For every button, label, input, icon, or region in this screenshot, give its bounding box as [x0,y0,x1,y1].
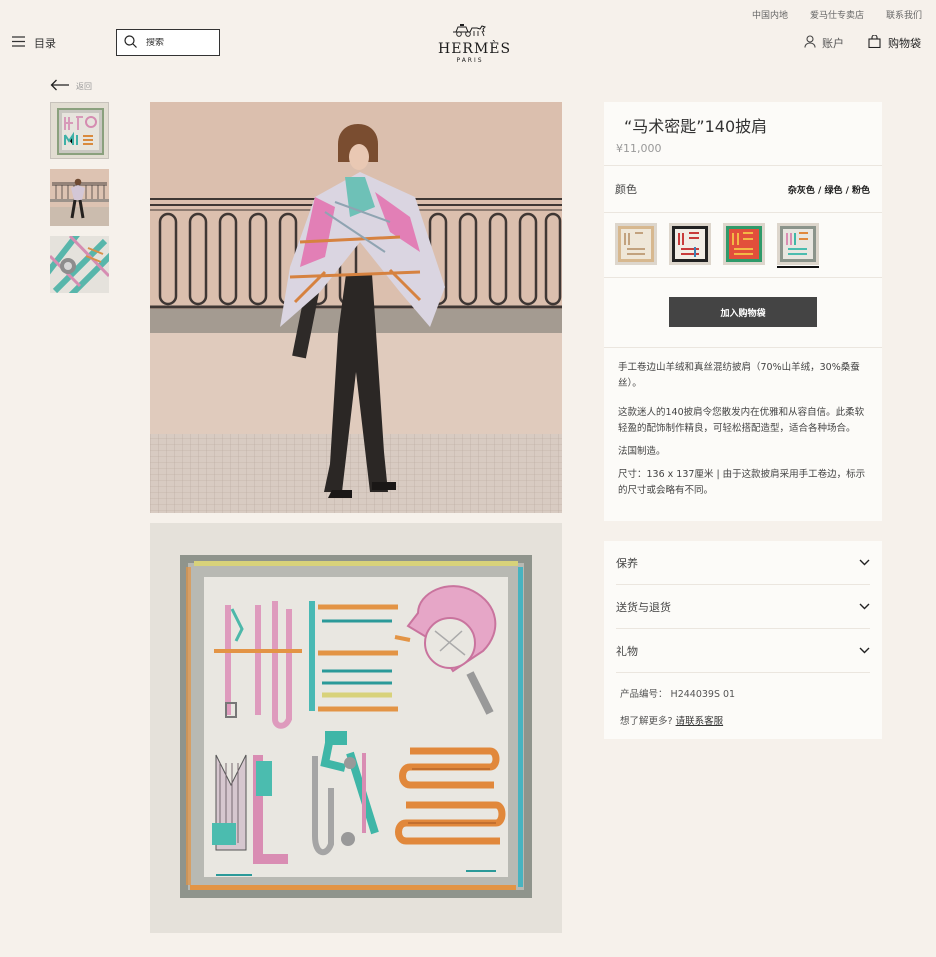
back-label: 返回 [76,81,92,91]
description-size: 尺寸：136 x 137厘米 | 由于这款披肩采用手工卷边，标示的尺寸或会略有不… [618,469,866,496]
product-number: H244039S 01 [670,689,736,700]
utility-bar: 中国内地 爱马仕专卖店 联系我们 [752,8,922,21]
add-to-bag-button[interactable]: 加入购物袋 [669,297,817,327]
product-price: ¥11,000 [616,142,662,155]
color-label: 颜色 [615,183,637,196]
add-to-bag-wrap: 加入购物袋 [604,278,882,347]
account-label: 账户 [822,37,844,50]
chevron-down-icon [859,644,870,657]
thumbnail-model[interactable] [50,169,109,226]
product-number-label: 产品编号： [620,689,668,700]
brand-logo[interactable]: HERMÈS PARIS [438,22,512,64]
product-description: 手工卷边山羊绒和真丝混纺披肩（70%山羊绒，30%桑蚕丝）。 这款迷人的140披… [604,348,882,521]
search-box[interactable] [116,29,220,56]
accordion-care[interactable]: 保养 [616,541,870,585]
product-meta: 产品编号： H244039S 01 想了解更多? 请联系客服 [604,673,882,727]
carriage-icon [450,22,490,41]
contact-service-link[interactable]: 请联系客服 [676,716,724,727]
product-title: “马术密匙”140披肩 [624,117,768,136]
accordion-care-label: 保养 [616,556,638,570]
accordion-delivery-label: 送货与退货 [616,600,671,614]
stores-link[interactable]: 爱马仕专卖店 [810,8,864,21]
color-swatch-beige[interactable] [615,223,657,265]
region-link[interactable]: 中国内地 [752,8,788,21]
contact-link[interactable]: 联系我们 [886,8,922,21]
accordion-gift[interactable]: 礼物 [616,629,870,673]
color-swatches [604,213,882,277]
shopping-bag-icon [868,34,881,51]
menu-button[interactable]: 目录 [12,35,56,51]
description-origin: 法国制造。 [618,446,666,457]
info-accordion: 保养 送货与退货 礼物 产品编号： H244039S 01 想了解更多? 请联系… [604,541,882,739]
brand-name: HERMÈS [438,41,512,57]
thumbnail-scarf-flat[interactable] [50,102,109,159]
brand-city: PARIS [456,57,484,64]
color-swatch-grey[interactable] [777,223,819,268]
product-panel: “马术密匙”140披肩 ¥11,000 颜色 杂灰色 / 绿色 / 粉色 加入购… [604,102,882,521]
chevron-down-icon [859,600,870,613]
color-value: 杂灰色 / 绿色 / 粉色 [787,185,870,196]
product-photo-scarf[interactable] [150,523,562,933]
search-input[interactable] [146,37,206,48]
search-icon [124,34,137,51]
help-line: 想了解更多? 请联系客服 [620,713,866,727]
back-link[interactable]: 返回 [50,79,92,93]
description-material: 手工卷边山羊绒和真丝混纺披肩（70%山羊绒，30%桑蚕丝）。 [618,362,860,389]
user-icon [804,35,816,51]
accordion-gift-label: 礼物 [616,644,638,658]
color-row: 颜色 杂灰色 / 绿色 / 粉色 [604,166,882,212]
help-text: 想了解更多? [620,716,673,727]
menu-label: 目录 [34,37,56,50]
thumbnail-list [50,102,109,293]
chevron-down-icon [859,556,870,569]
hamburger-icon [12,36,25,50]
description-details: 这款迷人的140披肩令您散发内在优雅和从容自信。此柔软轻盈的配饰制作精良，可轻松… [618,407,865,434]
product-photo-model[interactable] [150,102,562,513]
account-link[interactable]: 账户 [804,35,844,51]
bag-label: 购物袋 [888,37,921,50]
accordion-delivery[interactable]: 送货与退货 [616,585,870,629]
color-swatch-black[interactable] [669,223,711,265]
arrow-left-icon [50,79,70,93]
bag-link[interactable]: 购物袋 [868,34,921,51]
color-swatch-green[interactable] [723,223,765,265]
product-number-line: 产品编号： H244039S 01 [620,686,866,700]
thumbnail-detail[interactable] [50,236,109,293]
